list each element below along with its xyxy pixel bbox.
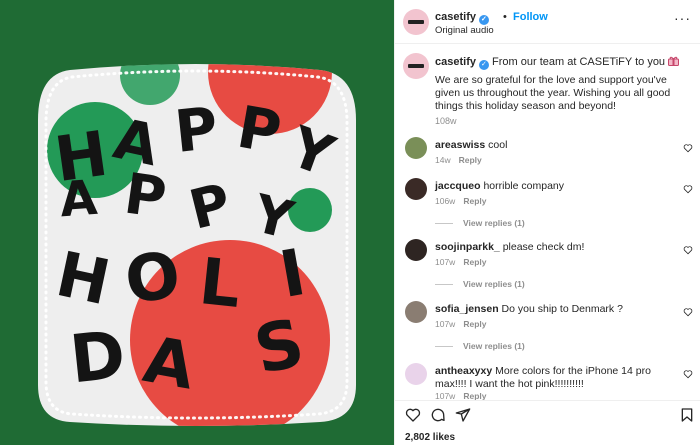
like-comment-heart-icon[interactable] [683, 143, 693, 153]
avatar[interactable] [403, 9, 429, 35]
post-image[interactable]: H A P P Y A P P Y H O L I D A S [0, 0, 394, 445]
comment-text: areaswiss cool [435, 139, 508, 151]
comment-username[interactable]: soojinparkk_ [435, 241, 500, 253]
comment-time[interactable]: 107w [435, 319, 455, 329]
post-author[interactable]: casetify ✓ [435, 11, 489, 25]
reply-button[interactable]: Reply [463, 257, 486, 267]
art-letter: A [58, 170, 99, 228]
art-letter: O [121, 238, 185, 319]
avatar[interactable] [405, 178, 427, 200]
comment-text: soojinparkk_ please check dm! [435, 241, 585, 253]
username[interactable]: casetify [435, 11, 476, 23]
comment-time[interactable]: 106w [435, 196, 455, 206]
post-actions: 2,802 likes [395, 400, 700, 445]
gift-icon [668, 56, 680, 66]
comment-time[interactable]: 14w [435, 155, 451, 165]
view-replies-button[interactable]: View replies (1) [435, 341, 525, 351]
comment-text: antheaxyxy More colors for the iPhone 14… [435, 365, 651, 390]
verified-badge-icon: ✓ [478, 60, 489, 70]
comment-username[interactable]: areaswiss [435, 139, 485, 151]
share-icon[interactable] [455, 407, 471, 423]
post-details-panel: casetify ✓ • Follow Original audio ··· ca… [394, 0, 700, 445]
post-timestamp[interactable]: 108w [435, 116, 457, 126]
audio-link[interactable]: Original audio [435, 25, 494, 36]
view-replies-button[interactable]: View replies (1) [435, 279, 525, 289]
like-comment-heart-icon[interactable] [683, 369, 693, 379]
caption-headline: casetify ✓ From our team at CASETiFY to y… [435, 56, 685, 70]
like-comment-heart-icon[interactable] [683, 307, 693, 317]
comment-username[interactable]: sofia_jensen [435, 303, 499, 315]
reply-button[interactable]: Reply [463, 196, 486, 206]
avatar[interactable] [405, 301, 427, 323]
happy-holidays-artwork: H A P P Y A P P Y H O L I D A S [0, 0, 394, 445]
heart-icon[interactable] [405, 407, 421, 423]
reply-button[interactable]: Reply [459, 155, 482, 165]
likes-count[interactable]: 2,802 likes [405, 432, 455, 443]
like-comment-heart-icon[interactable] [683, 184, 693, 194]
avatar[interactable] [405, 137, 427, 159]
comment-meta: 106w Reply [435, 196, 494, 206]
view-replies-button[interactable]: View replies (1) [435, 218, 525, 228]
separator: • [503, 11, 507, 23]
like-comment-heart-icon[interactable] [683, 245, 693, 255]
comment-icon[interactable] [430, 407, 446, 423]
comment-meta: 107w Reply [435, 257, 494, 267]
save-icon[interactable] [679, 407, 695, 423]
verified-badge-icon: ✓ [478, 15, 489, 25]
art-letter: L [196, 245, 244, 323]
post-header: casetify ✓ • Follow Original audio ··· [395, 0, 700, 44]
caption-title: From our team at CASETiFY to you [492, 56, 666, 68]
comment-time[interactable]: 107w [435, 257, 455, 267]
art-letter: P [172, 94, 221, 166]
caption-body: We are so grateful for the love and supp… [435, 74, 671, 112]
more-options-icon[interactable]: ··· [674, 10, 691, 26]
comment-text: jaccqueo horrible company [435, 180, 564, 192]
comment-username[interactable]: jaccqueo [435, 180, 481, 192]
comment-text: sofia_jensen Do you ship to Denmark ? [435, 303, 623, 315]
avatar[interactable] [405, 239, 427, 261]
comment-username[interactable]: antheaxyxy [435, 365, 492, 377]
comment-meta: 107w Reply [435, 319, 494, 329]
art-letter: D [66, 316, 129, 398]
comment-meta: 14w Reply [435, 155, 490, 165]
reply-button[interactable]: Reply [463, 319, 486, 329]
username[interactable]: casetify [435, 56, 476, 68]
avatar[interactable] [403, 53, 429, 79]
avatar[interactable] [405, 363, 427, 385]
follow-button[interactable]: Follow [513, 11, 548, 23]
